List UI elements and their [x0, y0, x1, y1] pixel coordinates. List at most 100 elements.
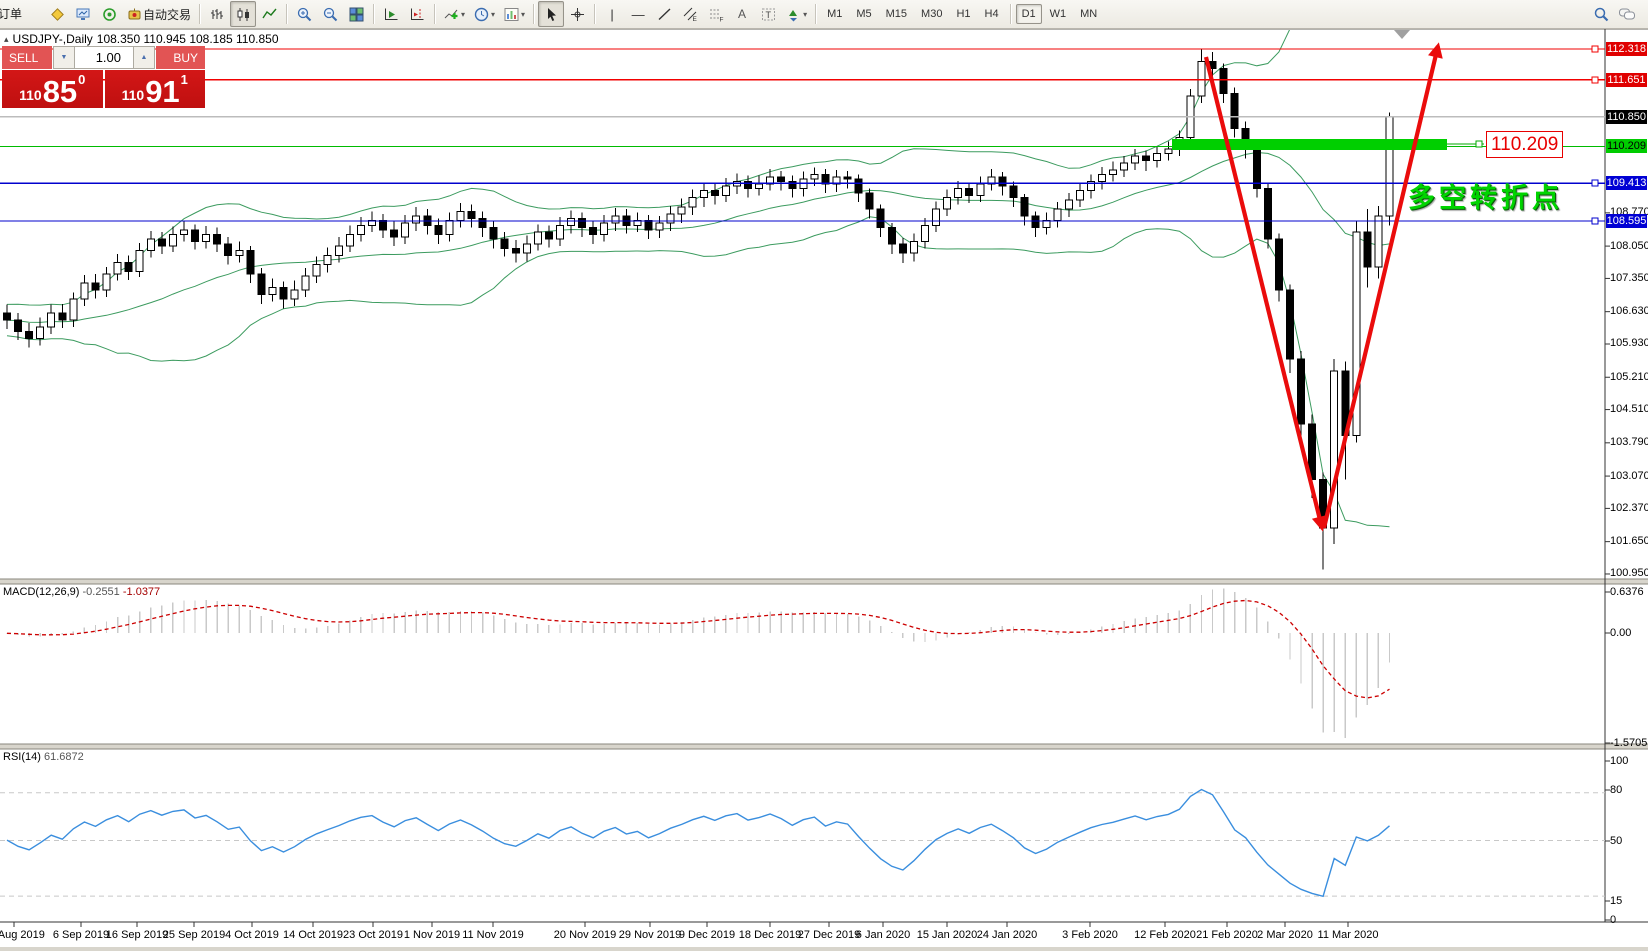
chevron-down-icon: ▾	[803, 10, 807, 19]
date-axis-tick: 25 Sep 2019	[163, 929, 225, 941]
timeframe-group: M1M5M15M30H1H4 D1W1MN	[820, 4, 1104, 24]
date-axis-tick: 14 Oct 2019	[283, 929, 343, 941]
chat-button[interactable]	[1614, 1, 1640, 27]
timeframe-button-H1[interactable]: H1	[950, 4, 976, 24]
bar-chart-type-button[interactable]	[204, 1, 230, 27]
price-badge-112.318: 112.318	[1606, 42, 1647, 56]
trendline-icon	[656, 6, 673, 23]
volume-increase-button[interactable]: ▲	[133, 46, 155, 69]
timeframe-button-D1[interactable]: D1	[1016, 4, 1042, 24]
chart-shift-icon	[409, 6, 426, 23]
date-axis-tick: 11 Nov 2019	[462, 929, 524, 941]
gold-book-icon[interactable]	[44, 1, 70, 27]
candlestick-chart-type-button[interactable]	[230, 1, 256, 27]
chart-shift-button[interactable]	[404, 1, 430, 27]
profiles-button[interactable]	[70, 1, 96, 27]
volume-input[interactable]: 1.00	[75, 46, 133, 69]
equidistant-channel-tool-button[interactable]: E	[677, 1, 703, 27]
toolbar-separator	[1010, 4, 1011, 24]
line-chart-icon	[261, 6, 278, 23]
indicators-icon	[443, 6, 460, 23]
volume-decrease-button[interactable]: ▼	[53, 46, 75, 69]
label-tool-button[interactable]: T	[755, 1, 781, 27]
zoom-in-button[interactable]	[291, 1, 317, 27]
timeframe-button-M15[interactable]: M15	[880, 4, 913, 24]
line-chart-type-button[interactable]	[256, 1, 282, 27]
buy-button[interactable]: BUY	[156, 46, 205, 69]
toolbar-separator	[815, 4, 816, 24]
date-axis-tick: 21 Feb 2020	[1196, 929, 1258, 941]
timeframe-button-M30[interactable]: M30	[915, 4, 948, 24]
new-order-button[interactable]: 新订单	[0, 5, 42, 23]
date-axis-tick: 1 Nov 2019	[404, 929, 460, 941]
chart-canvas[interactable]	[0, 0, 1648, 951]
support-level-label[interactable]: 110.209	[1486, 131, 1563, 158]
date-axis-tick: 6 Sep 2019	[53, 929, 109, 941]
zoom-in-icon	[296, 6, 313, 23]
turning-point-note[interactable]: 多空转折点	[1408, 176, 1563, 215]
timeframe-button-M1[interactable]: M1	[821, 4, 848, 24]
price-axis-tick: 100.950	[1610, 567, 1648, 579]
date-axis-tick: 2 Mar 2020	[1257, 929, 1313, 941]
timeframe-button-M5[interactable]: M5	[850, 4, 877, 24]
zoom-out-button[interactable]	[317, 1, 343, 27]
zoom-out-icon	[322, 6, 339, 23]
cursor-button[interactable]	[538, 1, 564, 27]
search-button[interactable]	[1588, 1, 1614, 27]
price-badge-110.209: 110.209	[1606, 139, 1647, 153]
chart-title: ▴ USDJPY-,Daily 108.350 110.945 108.185 …	[4, 32, 279, 46]
horizontal-line-tool-button[interactable]: —	[625, 1, 651, 27]
date-axis-tick: 23 Oct 2019	[343, 929, 403, 941]
rsi-label: RSI(14) 61.6872	[3, 751, 84, 763]
arrows-tool-button[interactable]: ▾	[781, 1, 811, 27]
date-axis-tick: 29 Nov 2019	[619, 929, 681, 941]
arrows-icon	[785, 6, 802, 23]
profiles-icon	[75, 6, 92, 23]
timeframe-button-MN[interactable]: MN	[1074, 4, 1103, 24]
macd-signal-value: -1.0377	[123, 586, 160, 598]
date-axis-tick: 28 Aug 2019	[0, 929, 45, 941]
gold-diamond-icon	[49, 6, 66, 23]
sell-price-pip: 0	[78, 72, 85, 87]
crosshair-button[interactable]	[564, 1, 590, 27]
volume-stepper: ▼ 1.00 ▲	[53, 46, 155, 69]
buy-price-display[interactable]: 110 91 1	[105, 70, 206, 108]
tile-windows-button[interactable]	[343, 1, 369, 27]
templates-button[interactable]: ▾	[499, 1, 529, 27]
rsi-axis-tick: 0	[1610, 914, 1616, 926]
sell-price-base: 110	[19, 87, 42, 103]
sell-price-display[interactable]: 110 85 0	[2, 70, 103, 108]
chevron-up-icon: ▲	[141, 54, 148, 61]
periods-button[interactable]: ▾	[469, 1, 499, 27]
toolbar: 新订单 自动交易 ▾ ▾	[0, 0, 1648, 29]
autotrading-button[interactable]: 自动交易	[122, 1, 195, 27]
text-tool-button[interactable]: A	[729, 1, 755, 27]
macd-main-value: -0.2551	[82, 586, 119, 598]
new-order-label: 新订单	[0, 5, 22, 22]
autotrading-icon	[126, 6, 143, 23]
price-badge-108.595: 108.595	[1606, 214, 1647, 228]
vertical-line-tool-button[interactable]: |	[599, 1, 625, 27]
macd-axis-tick: 0.00	[1610, 627, 1631, 639]
cursor-icon	[543, 6, 560, 23]
buy-price-big: 91	[145, 79, 179, 105]
price-axis-tick: 103.070	[1610, 470, 1648, 482]
timeframe-button-H4[interactable]: H4	[979, 4, 1005, 24]
rsi-axis-tick: 80	[1610, 784, 1622, 796]
text-label-icon: T	[760, 6, 777, 23]
community-button[interactable]	[96, 1, 122, 27]
date-axis-tick: 20 Nov 2019	[554, 929, 616, 941]
chart-ohlc-values: 108.350 110.945 108.185 110.850	[97, 32, 279, 46]
toolbar-separator	[434, 4, 435, 24]
auto-scroll-button[interactable]	[378, 1, 404, 27]
fibonacci-tool-button[interactable]: F	[703, 1, 729, 27]
toolbar-right-group	[1588, 1, 1648, 27]
indicators-button[interactable]: ▾	[439, 1, 469, 27]
text-icon: A	[738, 8, 746, 20]
date-axis-tick: 4 Oct 2019	[225, 929, 279, 941]
timeframe-button-W1[interactable]: W1	[1044, 4, 1073, 24]
date-axis-tick: 15 Jan 2020	[917, 929, 978, 941]
trendline-tool-button[interactable]	[651, 1, 677, 27]
sell-button[interactable]: SELL	[2, 46, 52, 69]
chart-window-icon: ▴	[4, 34, 9, 45]
